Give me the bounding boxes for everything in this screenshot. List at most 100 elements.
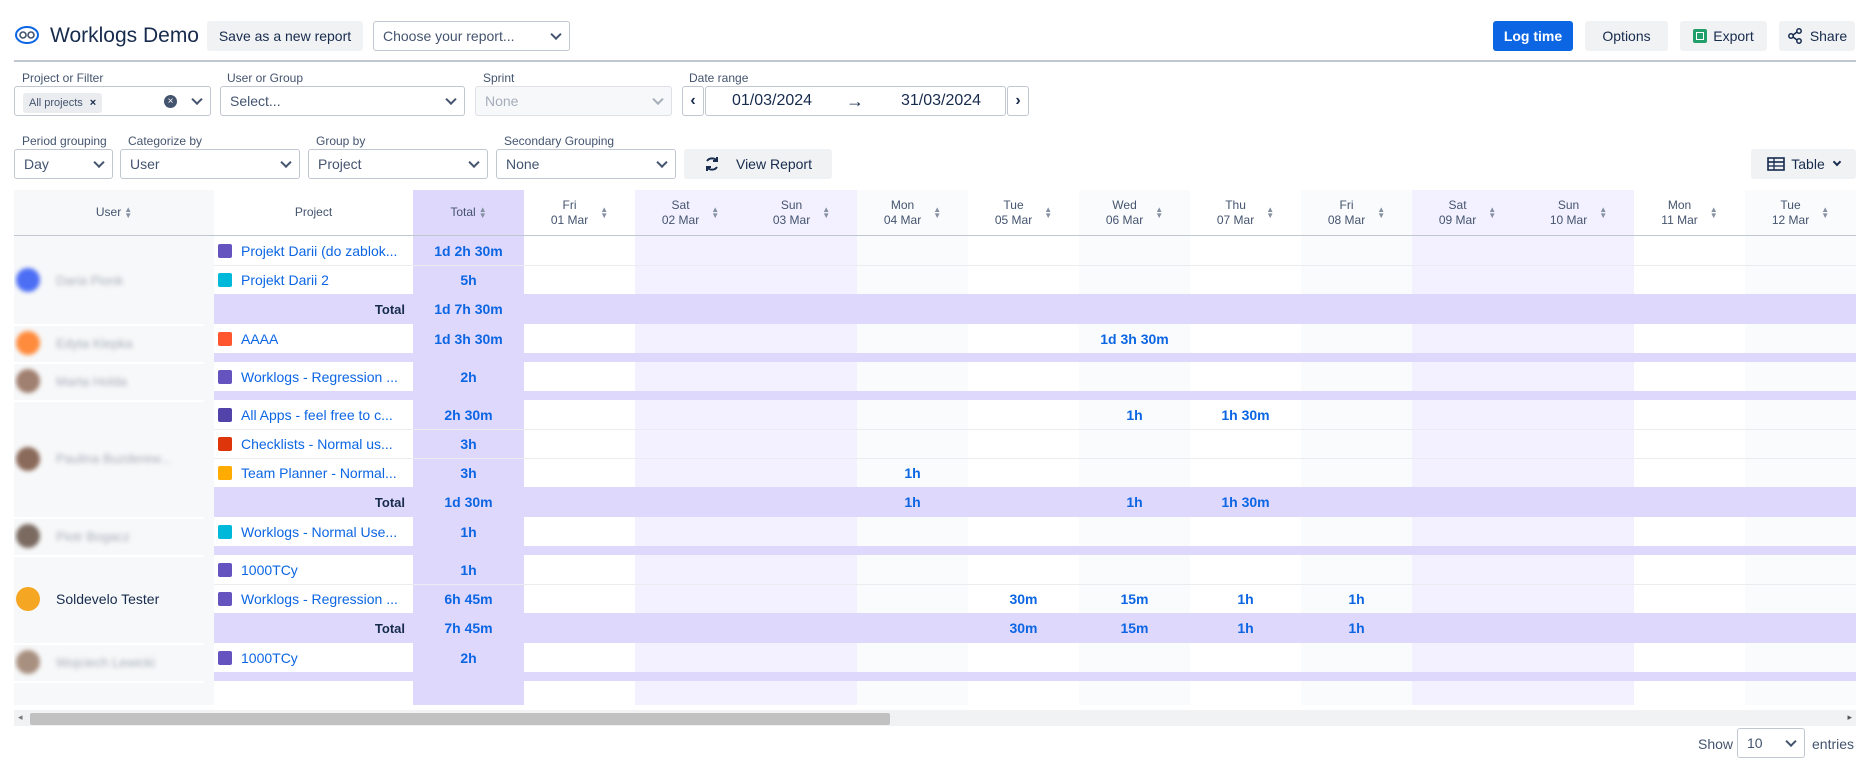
user-avatar xyxy=(16,650,40,674)
subtotal-cell: 1h xyxy=(904,494,921,510)
sort-icon[interactable]: ▲ ▼ xyxy=(1599,205,1607,219)
project-tag[interactable]: All projects × xyxy=(23,93,103,113)
worklog-cell[interactable]: 15m xyxy=(1079,584,1190,613)
date-range-field[interactable]: 01/03/2024 → 31/03/2024 xyxy=(705,86,1006,116)
sort-icon[interactable]: ▲ ▼ xyxy=(1377,205,1385,219)
prev-period-button[interactable]: ‹ xyxy=(682,86,704,116)
date-to[interactable]: 31/03/2024 xyxy=(901,92,981,110)
options-button[interactable]: Options xyxy=(1585,21,1668,51)
day-date: 09 Mar xyxy=(1438,212,1477,227)
column-header-day[interactable]: Thu 07 Mar ▲ ▼ xyxy=(1190,190,1301,235)
chevron-down-icon xyxy=(1832,157,1841,167)
row-total: 1h xyxy=(460,561,477,578)
column-header-total[interactable]: Total ▲ ▼ xyxy=(413,190,524,235)
user-name: Paulina Buzderew... xyxy=(56,451,171,466)
project-link[interactable]: Checklists - Normal us... xyxy=(214,429,413,458)
project-link[interactable]: Team Planner - Normal... xyxy=(214,458,413,487)
scrollbar-thumb[interactable] xyxy=(30,713,890,725)
sort-icon[interactable]: ▲ ▼ xyxy=(124,205,132,219)
sort-icon[interactable]: ▲ ▼ xyxy=(600,205,608,219)
worklog-cell[interactable]: 1h xyxy=(857,458,968,487)
column-header-day[interactable]: Mon 11 Mar ▲ ▼ xyxy=(1634,190,1745,235)
user-avatar xyxy=(16,369,40,393)
project-icon xyxy=(218,562,232,577)
remove-tag-icon[interactable]: × xyxy=(90,97,96,109)
share-button[interactable]: Share xyxy=(1779,21,1855,51)
sort-icon[interactable]: ▲ ▼ xyxy=(933,205,941,219)
sort-icon[interactable]: ▲ ▼ xyxy=(711,205,719,219)
row-total: 3h xyxy=(460,435,477,452)
arrow-right-icon: → xyxy=(846,90,864,111)
project-link[interactable]: Projekt Darii 2 xyxy=(214,265,413,294)
column-header-day[interactable]: Sun 03 Mar ▲ ▼ xyxy=(746,190,857,235)
choose-report-select[interactable]: Choose your report... xyxy=(373,21,570,51)
secondary-grouping-select[interactable]: None xyxy=(496,149,676,179)
secondary-grouping-value: None xyxy=(506,156,540,172)
worklog-cell[interactable]: 1h xyxy=(1301,584,1412,613)
show-label: Show xyxy=(1698,736,1734,752)
project-link[interactable]: AAAA xyxy=(214,324,413,353)
group-by-select[interactable]: Project xyxy=(308,149,488,179)
worklog-cell[interactable]: 30m xyxy=(968,584,1079,613)
sort-icon[interactable]: ▲ ▼ xyxy=(1266,205,1274,219)
next-period-button[interactable]: › xyxy=(1007,86,1029,116)
project-name: Worklogs - Regression ... xyxy=(241,590,398,607)
column-header-day[interactable]: Wed 06 Mar ▲ ▼ xyxy=(1079,190,1190,235)
sort-icon[interactable]: ▲ ▼ xyxy=(1155,205,1163,219)
column-header-day[interactable]: Mon 04 Mar ▲ ▼ xyxy=(857,190,968,235)
worklog-cell[interactable]: 1d 3h 30m xyxy=(1079,324,1190,353)
project-link[interactable]: All Apps - feel free to c... xyxy=(214,400,413,429)
worklog-cell[interactable]: 1h xyxy=(1079,400,1190,429)
sort-icon[interactable]: ▲ ▼ xyxy=(1488,205,1496,219)
view-report-label: View Report xyxy=(735,156,812,172)
sort-icon[interactable]: ▲ ▼ xyxy=(822,205,830,219)
subtotal-total: 1d 7h 30m xyxy=(434,301,503,317)
column-header-day[interactable]: Sat 09 Mar ▲ ▼ xyxy=(1412,190,1523,235)
worklog-cell[interactable]: 1h 30m xyxy=(1190,400,1301,429)
sort-icon[interactable]: ▲ ▼ xyxy=(1710,205,1718,219)
categorize-by-select[interactable]: User xyxy=(120,149,300,179)
project-link[interactable]: Worklogs - Regression ... xyxy=(214,584,413,613)
sort-icon[interactable]: ▲ ▼ xyxy=(1821,205,1829,219)
date-from[interactable]: 01/03/2024 xyxy=(732,92,812,110)
user-group-select[interactable]: Select... xyxy=(220,86,465,116)
project-filter-select[interactable]: All projects × × xyxy=(14,86,211,116)
column-header-day[interactable]: Sun 10 Mar ▲ ▼ xyxy=(1523,190,1634,235)
worklog-cell[interactable]: 1h xyxy=(1190,584,1301,613)
user-avatar xyxy=(16,446,40,471)
user-avatar xyxy=(16,268,40,292)
horizontal-scrollbar[interactable]: ◂ ▸ xyxy=(14,710,1856,726)
entries-select[interactable]: 10 xyxy=(1737,728,1805,758)
project-link[interactable]: Worklogs - Regression ... xyxy=(214,362,413,391)
column-header-day[interactable]: Tue 12 Mar ▲ ▼ xyxy=(1745,190,1856,235)
project-link[interactable]: Projekt Darii (do zablok... xyxy=(214,236,413,265)
column-header-day[interactable]: Fri 01 Mar ▲ ▼ xyxy=(524,190,635,235)
period-grouping-select[interactable]: Day xyxy=(14,149,113,179)
sort-icon[interactable]: ▲ ▼ xyxy=(1044,205,1052,219)
column-header-day[interactable]: Fri 08 Mar ▲ ▼ xyxy=(1301,190,1412,235)
save-as-new-report-button[interactable]: Save as a new report xyxy=(207,21,363,51)
project-link[interactable]: Worklogs - Normal Use... xyxy=(214,517,413,546)
table-view-button[interactable]: Table xyxy=(1751,149,1856,179)
row-total: 3h xyxy=(460,464,477,481)
chevron-right-icon: › xyxy=(1015,92,1021,109)
project-link[interactable]: 1000TCy xyxy=(214,555,413,584)
day-date: 11 Mar xyxy=(1661,212,1698,227)
column-header-day[interactable]: Tue 05 Mar ▲ ▼ xyxy=(968,190,1079,235)
column-header-user[interactable]: User ▲ ▼ xyxy=(14,190,214,235)
scroll-left-icon[interactable]: ◂ xyxy=(18,712,23,723)
column-header-day[interactable]: Sat 02 Mar ▲ ▼ xyxy=(635,190,746,235)
view-report-button[interactable]: View Report xyxy=(684,149,832,179)
project-link[interactable]: 1000TCy xyxy=(214,643,413,672)
day-date: 06 Mar xyxy=(1105,212,1144,227)
project-icon xyxy=(218,465,232,480)
user-group-label: User or Group xyxy=(227,71,304,85)
clear-icon[interactable]: × xyxy=(164,95,177,108)
project-icon xyxy=(218,591,232,606)
period-grouping-value: Day xyxy=(24,156,49,172)
user-cell: Soldevelo Tester xyxy=(14,555,214,643)
export-button[interactable]: Export xyxy=(1680,21,1767,51)
sort-icon[interactable]: ▲ ▼ xyxy=(479,205,487,219)
scroll-right-icon[interactable]: ▸ xyxy=(1847,712,1852,723)
log-time-button[interactable]: Log time xyxy=(1493,21,1573,51)
